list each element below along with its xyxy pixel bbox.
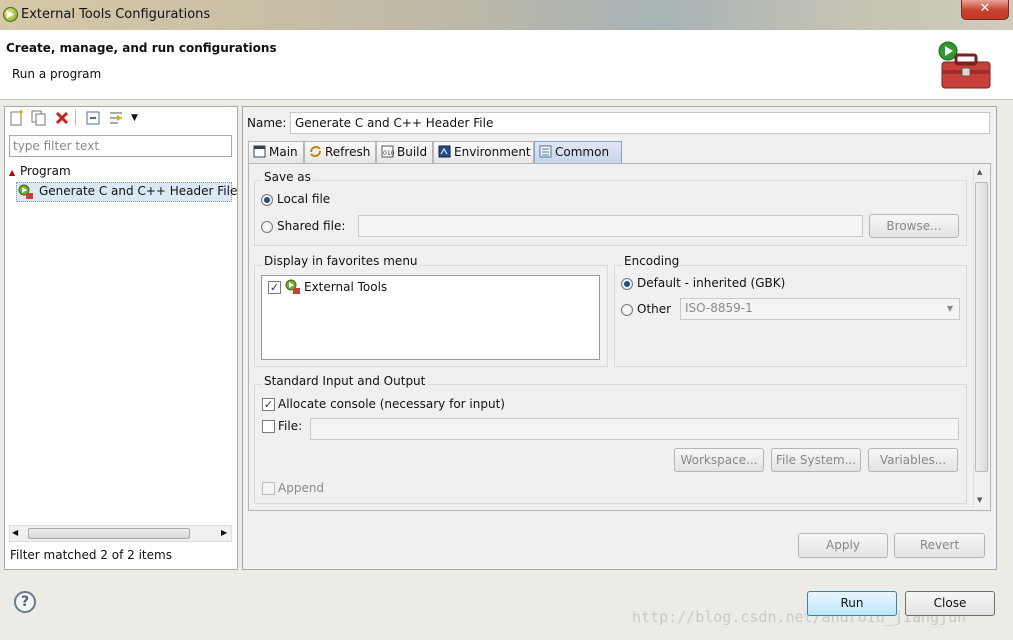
scroll-up-icon[interactable]: ▲ [977, 168, 982, 176]
app-icon: ▶ [3, 7, 18, 22]
tab-label: Refresh [325, 145, 371, 159]
shared-file-radio[interactable] [261, 221, 273, 233]
filter-input[interactable] [9, 135, 232, 157]
output-file-field[interactable] [310, 418, 959, 440]
favorites-title: Display in favorites menu [262, 254, 420, 268]
run-button[interactable]: Run [807, 591, 897, 616]
encoding-select[interactable]: ISO-8859-1 ▼ [680, 298, 960, 320]
allocate-console-label: Allocate console (necessary for input) [278, 397, 505, 411]
tree-item-program[interactable]: Program [20, 164, 71, 178]
tab-label: Build [397, 145, 428, 159]
scrollbar-thumb[interactable] [28, 528, 190, 539]
header-subtitle: Run a program [12, 67, 102, 81]
svg-text:010: 010 [383, 150, 394, 157]
shared-file-label: Shared file: [277, 219, 346, 233]
name-label: Name: [247, 116, 287, 130]
file-checkbox[interactable] [262, 420, 275, 433]
toolbar-divider [75, 110, 76, 126]
workspace-button[interactable]: Workspace... [674, 448, 764, 472]
vertical-scrollbar-thumb[interactable] [975, 182, 988, 472]
chevron-down-icon[interactable]: ▼ [947, 304, 953, 313]
horizontal-scrollbar[interactable]: ◀ ▶ [9, 525, 232, 542]
append-checkbox[interactable] [262, 482, 275, 495]
file-system-button[interactable]: File System... [771, 448, 861, 472]
header-title: Create, manage, and run configurations [6, 41, 277, 55]
shared-file-field[interactable] [358, 215, 863, 237]
collapse-all-icon[interactable] [85, 110, 101, 126]
tab-refresh[interactable]: Refresh [304, 141, 376, 163]
scroll-down-icon[interactable]: ▼ [977, 496, 982, 504]
tab-label: Environment [454, 145, 531, 159]
close-button[interactable]: Close [905, 591, 995, 616]
duplicate-icon[interactable] [31, 110, 47, 126]
local-file-label: Local file [277, 192, 331, 206]
revert-button[interactable]: Revert [894, 533, 985, 558]
new-config-icon[interactable] [9, 110, 25, 126]
tab-label: Common [555, 145, 610, 159]
allocate-console-checkbox[interactable]: ✓ [262, 398, 275, 411]
tab-label: Main [269, 145, 298, 159]
apply-button[interactable]: Apply [798, 533, 888, 558]
tree-expand-icon[interactable]: ▲ [9, 168, 17, 177]
tree-item-label: Generate C and C++ Header File [39, 184, 238, 198]
external-tool-config-icon [18, 184, 33, 199]
delete-icon[interactable] [54, 110, 70, 126]
append-label: Append [278, 481, 325, 495]
window-title: External Tools Configurations [21, 7, 211, 22]
refresh-tab-icon [310, 146, 321, 157]
tab-common[interactable]: Common [534, 141, 622, 163]
external-tools-checkbox[interactable]: ✓ [268, 281, 281, 294]
encoding-select-value: ISO-8859-1 [685, 301, 753, 315]
tab-build[interactable]: 010 Build [376, 141, 433, 163]
tab-main[interactable]: Main [248, 141, 304, 163]
toolbox-run-icon [938, 41, 991, 89]
external-tools-icon [285, 279, 300, 294]
file-label: File: [278, 419, 303, 433]
environment-tab-icon [438, 145, 451, 158]
filter-menu-chevron-down-icon[interactable]: ▼ [131, 113, 138, 123]
window-close-button[interactable]: ✕ [961, 0, 1009, 20]
browse-button[interactable]: Browse... [869, 214, 959, 238]
stdio-title: Standard Input and Output [262, 374, 428, 388]
other-encoding-label: Other [637, 302, 672, 316]
variables-button[interactable]: Variables... [868, 448, 958, 472]
build-tab-icon: 010 [381, 145, 394, 158]
local-file-radio[interactable] [261, 194, 273, 206]
default-encoding-radio[interactable] [621, 278, 633, 290]
external-tools-label: External Tools [304, 280, 388, 294]
scroll-left-icon[interactable]: ◀ [12, 528, 18, 537]
encoding-title: Encoding [622, 254, 682, 268]
main-tab-icon [253, 145, 266, 158]
common-tab-icon [539, 145, 552, 158]
help-icon[interactable]: ? [14, 591, 36, 613]
scroll-right-icon[interactable]: ▶ [221, 528, 227, 537]
other-encoding-radio[interactable] [621, 304, 633, 316]
tab-environment[interactable]: Environment [433, 141, 534, 163]
default-encoding-label: Default - inherited (GBK) [637, 276, 786, 290]
name-input[interactable] [290, 112, 990, 134]
filter-status-text: Filter matched 2 of 2 items [10, 548, 172, 562]
filter-icon[interactable] [108, 110, 124, 126]
save-as-title: Save as [262, 170, 313, 184]
